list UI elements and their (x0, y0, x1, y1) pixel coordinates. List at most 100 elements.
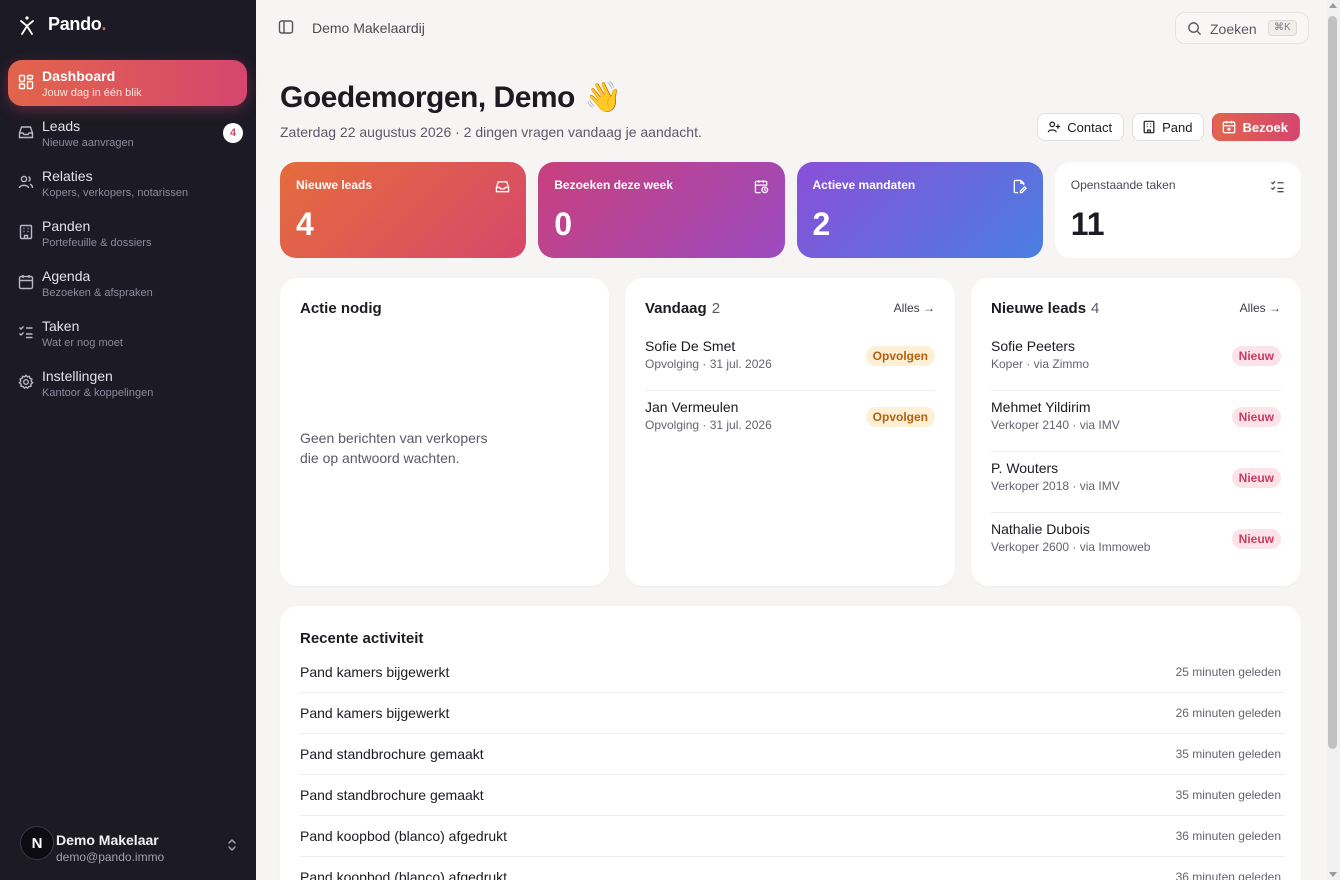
vandaag-all-link[interactable]: Alles → (894, 301, 935, 315)
activity-time: 26 minuten geleden (1175, 706, 1281, 720)
calendar-plus-icon (1223, 120, 1236, 134)
sidebar-item-label: Relaties (42, 168, 93, 184)
user-name: Demo Makelaar (56, 832, 159, 848)
user-email: demo@pando.immo (56, 850, 165, 864)
search-button[interactable]: Zoeken ⌘K (1175, 12, 1309, 44)
gear-icon (18, 374, 34, 390)
activity-list: Pand kamers bijgewerkt 25 minuten gelede… (300, 652, 1285, 880)
user-plus-icon (1047, 121, 1061, 133)
search-shortcut: ⌘K (1268, 20, 1297, 36)
search-label: Zoeken (1210, 21, 1257, 37)
quick-actions: Contact Pand Bezoek (1037, 113, 1300, 141)
sidebar-item-instellingen[interactable]: Instellingen Kantoor & koppelingen (8, 360, 247, 406)
activity-row[interactable]: Pand koopbod (blanco) afgedrukt 36 minut… (300, 816, 1285, 857)
users-icon (18, 175, 34, 189)
brand[interactable]: Pando. (18, 14, 107, 35)
item-name: Nathalie Dubois (991, 521, 1090, 537)
inbox-icon (18, 126, 34, 139)
empty-state-text: Geen berichten van verkopers die op antw… (300, 430, 488, 466)
list-item[interactable]: Sofie Peeters Koper · via Zimmo Nieuw (991, 330, 1281, 391)
sidebar-nav: Dashboard Jouw dag in één blik Leads Nie… (8, 60, 247, 410)
item-meta: Koper · via Zimmo (991, 357, 1090, 371)
stat-card-bezoeken[interactable]: Bezoeken deze week 0 (538, 162, 785, 258)
item-meta: Opvolging · 31 jul. 2026 (645, 357, 772, 371)
list-item[interactable]: Jan Vermeulen Opvolging · 31 jul. 2026 O… (645, 391, 935, 452)
stat-card-mandaten[interactable]: Actieve mandaten 2 (796, 162, 1043, 258)
scrollbar-thumb[interactable] (1328, 16, 1337, 749)
sidebar-item-sublabel: Kantoor & koppelingen (42, 387, 154, 399)
checklist-icon (19, 326, 33, 339)
status-badge: Nieuw (1231, 529, 1281, 549)
activity-text: Pand standbrochure gemaakt (300, 787, 484, 803)
sidebar-item-panden[interactable]: Panden Portefeuille & dossiers (8, 210, 247, 256)
sidebar-item-taken[interactable]: Taken Wat er nog moet (8, 310, 247, 356)
activity-time: 36 minuten geleden (1175, 870, 1281, 880)
item-name: Sofie De Smet (645, 338, 736, 354)
item-meta: Verkoper 2018 · via IMV (991, 479, 1120, 493)
activity-row[interactable]: Pand koopbod (blanco) afgedrukt 36 minut… (300, 857, 1285, 880)
add-contact-button[interactable]: Contact (1037, 113, 1125, 141)
list-item[interactable]: Sofie De Smet Opvolging · 31 jul. 2026 O… (645, 330, 935, 391)
sidebar-item-leads[interactable]: Leads Nieuwe aanvragen 4 (8, 110, 247, 156)
activity-row[interactable]: Pand kamers bijgewerkt 25 minuten gelede… (300, 652, 1285, 693)
sidebar-item-label: Agenda (42, 268, 91, 284)
list-item[interactable]: Mehmet Yildirim Verkoper 2140 · via IMV … (991, 391, 1281, 452)
status-badge: Nieuw (1231, 468, 1281, 488)
stat-card-taken[interactable]: Openstaande taken 11 (1054, 162, 1301, 258)
add-bezoek-button[interactable]: Bezoek (1212, 113, 1300, 141)
sidebar-item-sublabel: Bezoeken & afspraken (42, 287, 153, 299)
sidebar-item-label: Instellingen (42, 368, 113, 384)
calendar-icon (18, 275, 34, 290)
stat-card-nieuwe-leads[interactable]: Nieuwe leads 4 (280, 162, 527, 258)
activity-row[interactable]: Pand standbrochure gemaakt 35 minuten ge… (300, 775, 1285, 816)
breadcrumb[interactable]: Demo Makelaardij (312, 20, 425, 36)
building-icon (1143, 120, 1155, 134)
brand-name: Pando. (48, 14, 107, 34)
sidebar-item-sublabel: Jouw dag in één blik (42, 87, 142, 99)
sidebar-item-label: Panden (42, 218, 91, 234)
list-item[interactable]: P. Wouters Verkoper 2018 · via IMV Nieuw (991, 452, 1281, 513)
activity-time: 36 minuten geleden (1175, 829, 1281, 843)
item-meta: Verkoper 2600 · via Immoweb (991, 540, 1151, 554)
card-count: 4 (1091, 300, 1100, 317)
topbar: Demo Makelaardij Zoeken ⌘K (256, 0, 1326, 56)
vandaag-list: Sofie De Smet Opvolging · 31 jul. 2026 O… (645, 330, 935, 452)
file-edit-icon (1013, 179, 1027, 194)
scroll-up-arrow-icon[interactable] (1329, 3, 1337, 8)
list-item[interactable]: Nathalie Dubois Verkoper 2600 · via Immo… (991, 513, 1281, 574)
user-menu[interactable]: N Demo Makelaar demo@pando.immo (20, 824, 246, 864)
activity-text: Pand kamers bijgewerkt (300, 705, 450, 721)
avatar: N (20, 826, 54, 860)
recente-activiteit-card: Recente activiteit Pand kamers bijgewerk… (280, 606, 1301, 880)
status-badge: Nieuw (1231, 346, 1281, 366)
activity-time: 35 minuten geleden (1175, 788, 1281, 802)
activity-row[interactable]: Pand standbrochure gemaakt 35 minuten ge… (300, 734, 1285, 775)
stat-value: 4 (296, 206, 314, 242)
dashboard-icon (18, 74, 34, 90)
item-meta: Verkoper 2140 · via IMV (991, 418, 1120, 432)
sidebar-item-sublabel: Kopers, verkopers, notarissen (42, 187, 189, 199)
stat-title: Openstaande taken (1070, 178, 1176, 192)
add-pand-button[interactable]: Pand (1132, 113, 1205, 141)
activity-time: 35 minuten geleden (1175, 747, 1281, 761)
sidebar: Pando. Dashboard Jouw dag in één blik Le… (0, 0, 256, 880)
item-name: Jan Vermeulen (645, 399, 739, 415)
sidebar-item-relaties[interactable]: Relaties Kopers, verkopers, notarissen (8, 160, 247, 206)
activity-row[interactable]: Pand kamers bijgewerkt 26 minuten gelede… (300, 693, 1285, 734)
status-badge: Opvolgen (865, 346, 935, 366)
sidebar-item-dashboard[interactable]: Dashboard Jouw dag in één blik (8, 60, 247, 106)
scroll-down-arrow-icon[interactable] (1329, 872, 1337, 877)
card-count: 2 (711, 300, 721, 317)
stat-title: Bezoeken deze week (554, 178, 673, 192)
card-title: Vandaag 2 (645, 300, 721, 317)
building-icon (19, 224, 33, 240)
calendar-clock-icon (754, 179, 768, 194)
page-scrollbar[interactable] (1326, 0, 1340, 880)
page-title: Goedemorgen, Demo 👋 (280, 80, 622, 115)
card-title: Actie nodig (300, 300, 382, 317)
nieuwe-leads-card: Nieuwe leads 4 Alles → Sofie Peeters Kope… (971, 278, 1301, 586)
leads-all-link[interactable]: Alles → (1240, 301, 1281, 315)
sidebar-item-agenda[interactable]: Agenda Bezoeken & afspraken (8, 260, 247, 306)
add-bezoek-label: Bezoek (1242, 119, 1288, 135)
sidebar-toggle-icon[interactable] (278, 19, 294, 35)
